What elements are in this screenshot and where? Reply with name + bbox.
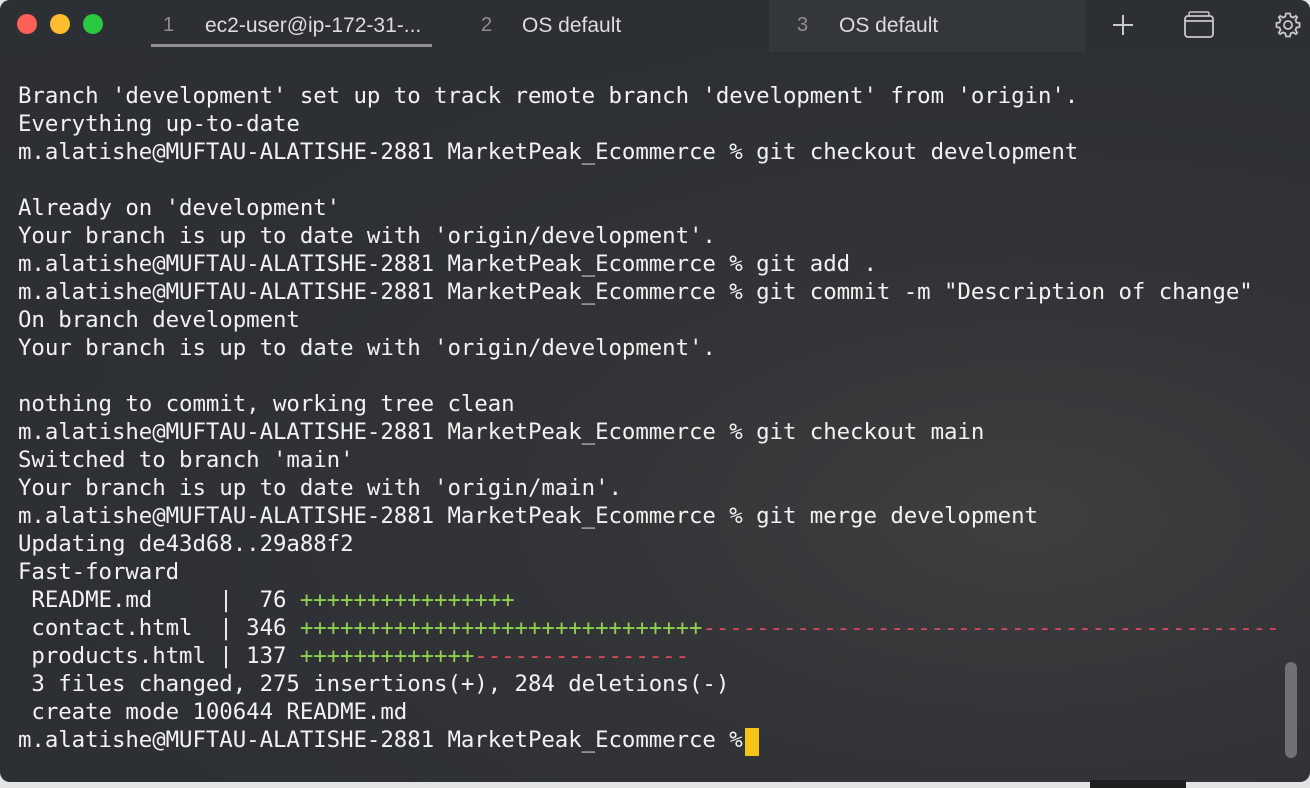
- minimize-window-button[interactable]: [50, 14, 70, 34]
- text-cursor: [745, 728, 759, 756]
- terminal-window: 1 ec2-user@ip-172-31-... 2 OS default 3 …: [0, 0, 1310, 782]
- tab-number: 3: [797, 14, 809, 36]
- command-line: m.alatishe@MUFTAU-ALATISHE-2881 MarketPe…: [18, 279, 1253, 305]
- output-line: Everything up-to-date: [18, 111, 300, 137]
- command-line: m.alatishe@MUFTAU-ALATISHE-2881 MarketPe…: [18, 251, 877, 277]
- command-line: m.alatishe@MUFTAU-ALATISHE-2881 MarketPe…: [18, 419, 985, 445]
- prompt-line: m.alatishe@MUFTAU-ALATISHE-2881 MarketPe…: [18, 727, 757, 753]
- tab-number: 1: [163, 14, 175, 36]
- close-window-button[interactable]: [17, 14, 37, 34]
- gear-icon[interactable]: [1273, 10, 1303, 40]
- diffstat-deletions: ----------------: [474, 643, 690, 669]
- output-line: Fast-forward: [18, 559, 180, 585]
- output-line: Your branch is up to date with 'origin/m…: [18, 475, 622, 501]
- output-line: nothing to commit, working tree clean: [18, 391, 515, 417]
- diffstat-file: products.html | 137: [18, 643, 300, 669]
- plus-icon[interactable]: [1108, 10, 1138, 40]
- tab-2[interactable]: 2 OS default: [470, 0, 760, 52]
- zoom-window-button[interactable]: [83, 14, 103, 34]
- tabs-overview-icon[interactable]: [1182, 10, 1214, 40]
- tab-3[interactable]: 3 OS default: [769, 0, 1085, 52]
- output-line: Updating de43d68..29a88f2: [18, 531, 354, 557]
- tab-title: OS default: [839, 14, 939, 37]
- output-line: Switched to branch 'main': [18, 447, 354, 473]
- command-line: m.alatishe@MUFTAU-ALATISHE-2881 MarketPe…: [18, 139, 1079, 165]
- output-line: create mode 100644 README.md: [18, 699, 408, 725]
- terminal-output[interactable]: Branch 'development' set up to track rem…: [0, 54, 1282, 782]
- diffstat-deletions: ----------------------------------------…: [702, 615, 1280, 641]
- diffstat-file: contact.html | 346: [18, 615, 300, 641]
- output-line: Already on 'development': [18, 195, 341, 221]
- tab-1[interactable]: 1 ec2-user@ip-172-31-...: [151, 0, 433, 52]
- active-tab-indicator: [151, 44, 432, 47]
- diffstat-file: README.md | 76: [18, 587, 300, 613]
- background-window-edge: [1090, 780, 1186, 788]
- diffstat-insertions: ++++++++++++++++: [299, 587, 515, 613]
- diffstat-row: products.html | 137 +++++++++++++-------…: [18, 642, 689, 670]
- output-line: Your branch is up to date with 'origin/d…: [18, 335, 716, 361]
- diffstat-row: contact.html | 346 +++++++++++++++++++++…: [18, 614, 1280, 642]
- output-line: On branch development: [18, 307, 300, 333]
- command-line: m.alatishe@MUFTAU-ALATISHE-2881 MarketPe…: [18, 503, 1038, 529]
- tab-number: 2: [481, 14, 493, 36]
- tab-title: OS default: [522, 14, 622, 37]
- title-bar: 1 ec2-user@ip-172-31-... 2 OS default 3 …: [0, 0, 1310, 54]
- tab-title: ec2-user@ip-172-31-...: [205, 14, 422, 37]
- output-line: Branch 'development' set up to track rem…: [18, 83, 1079, 109]
- output-line: 3 files changed, 275 insertions(+), 284 …: [18, 671, 730, 697]
- output-line: Your branch is up to date with 'origin/d…: [18, 223, 716, 249]
- scrollbar-thumb[interactable]: [1285, 662, 1297, 758]
- scrollbar[interactable]: [1282, 54, 1310, 782]
- diffstat-insertions: ++++++++++++++++++++++++++++++: [299, 615, 703, 641]
- diffstat-insertions: +++++++++++++: [299, 643, 475, 669]
- diffstat-row: README.md | 76 ++++++++++++++++: [18, 586, 515, 614]
